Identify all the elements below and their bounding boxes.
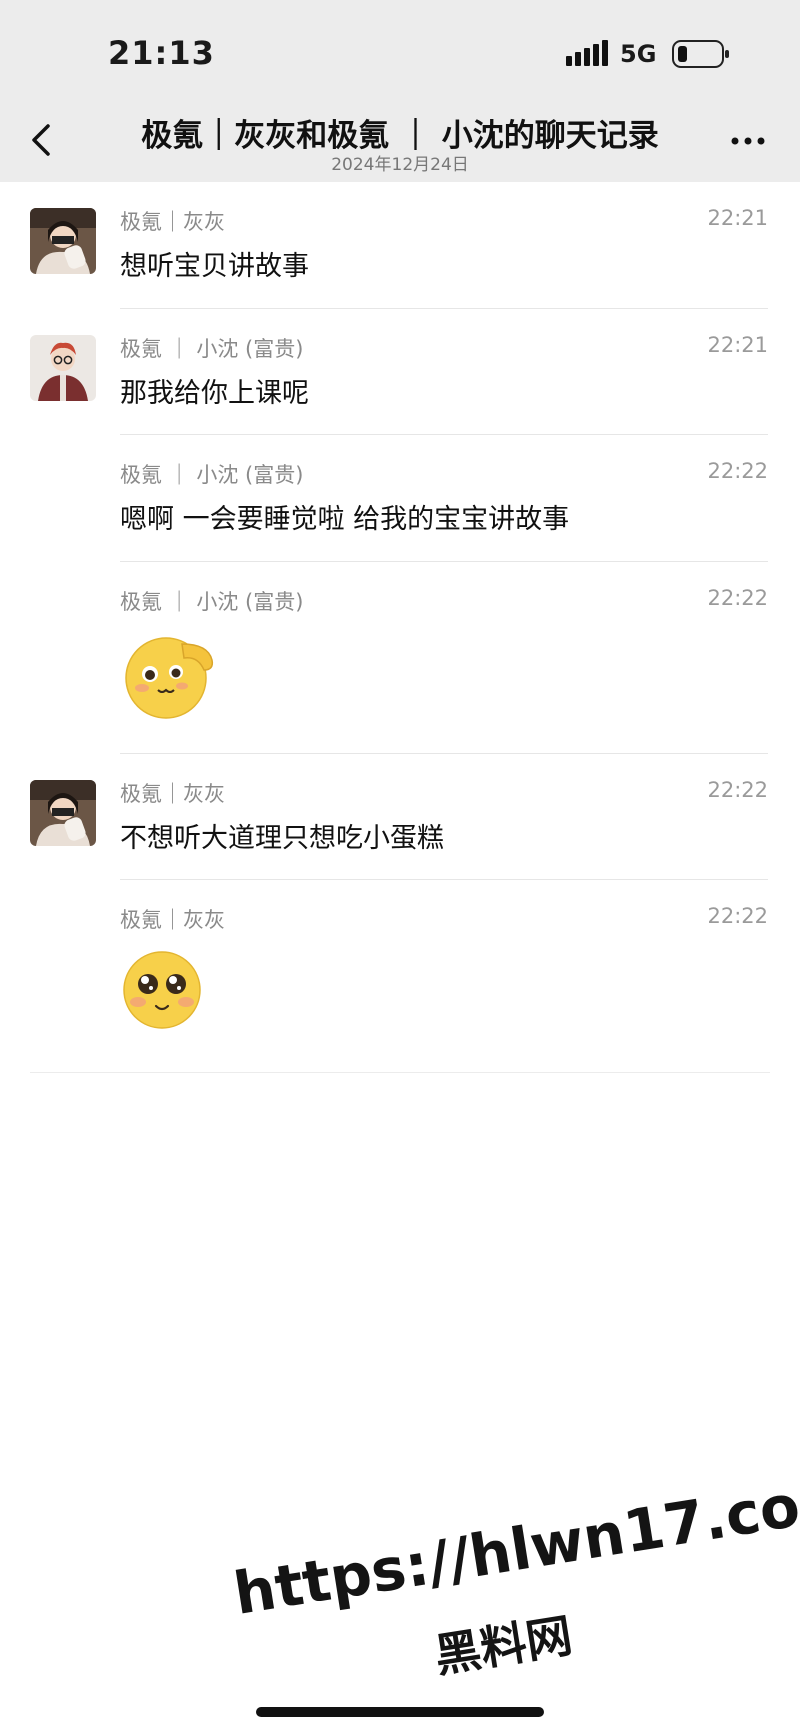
status-bar: 21:13 5G — [0, 0, 800, 100]
avatar[interactable] — [30, 335, 96, 401]
list-item[interactable]: 极氪 ｜ 小沈 (富贵) 22:22 嗯啊 一会要睡觉啦 给我的宝宝讲故事 — [0, 435, 800, 562]
chevron-left-icon[interactable] — [26, 120, 56, 160]
list-item[interactable]: 极氪｜灰灰 22:22 — [0, 880, 800, 1060]
message-text: 嗯啊 一会要睡觉啦 给我的宝宝讲故事 — [120, 504, 570, 535]
sender-name: 极氪｜灰灰 — [120, 782, 225, 806]
page-title: 极氪｜灰灰和极氪 ｜ 小沈的聊天记录 — [141, 118, 659, 154]
sender-name: 极氪 ｜ 小沈 (富贵) — [120, 463, 304, 487]
status-time: 21:13 — [108, 34, 215, 72]
list-item[interactable]: 极氪｜灰灰 22:22 不想听大道理只想吃小蛋糕 — [0, 754, 800, 880]
sender-name: 极氪｜灰灰 — [120, 908, 225, 932]
list-item[interactable]: 极氪｜灰灰 22:21 想听宝贝讲故事 — [0, 182, 800, 309]
message-text: 那我给你上课呢 — [120, 378, 309, 409]
chat-record-header: 极氪｜灰灰和极氪 ｜ 小沈的聊天记录 2024年12月24日 — [0, 100, 800, 182]
message-time: 22:21 — [707, 333, 768, 357]
network-type: 5G — [620, 40, 657, 68]
pleading-emoji-icon[interactable] — [120, 940, 220, 1040]
message-time: 22:22 — [707, 778, 768, 802]
girl-avatar-icon — [30, 780, 96, 846]
message-time: 22:22 — [707, 459, 768, 483]
message-time: 22:21 — [707, 206, 768, 230]
sender-name: 极氪 ｜ 小沈 (富贵) — [120, 337, 304, 361]
list-item[interactable]: 极氪 ｜ 小沈 (富贵) 22:21 那我给你上课呢 — [0, 309, 800, 435]
avatar[interactable] — [30, 208, 96, 274]
list-item[interactable]: 极氪 ｜ 小沈 (富贵) 22:22 — [0, 562, 800, 754]
girl-avatar-icon — [30, 208, 96, 274]
message-list: 极氪｜灰灰 22:21 想听宝贝讲故事 极氪 ｜ 小沈 (富贵) 22:21 那… — [0, 182, 800, 1060]
avatar[interactable] — [30, 780, 96, 846]
message-time: 22:22 — [707, 904, 768, 928]
signal-bars-icon — [566, 40, 608, 66]
message-text: 想听宝贝讲故事 — [120, 251, 309, 282]
more-dots-icon[interactable] — [728, 126, 768, 156]
message-time: 22:22 — [707, 586, 768, 610]
watermark-url: https://hlwn17.com — [229, 1462, 800, 1628]
sender-name: 极氪｜灰灰 — [120, 210, 225, 234]
sender-name: 极氪 ｜ 小沈 (富贵) — [120, 590, 304, 614]
home-indicator[interactable] — [256, 1707, 544, 1717]
message-text: 不想听大道理只想吃小蛋糕 — [120, 823, 444, 854]
end-divider — [30, 1072, 770, 1073]
battery-icon — [672, 40, 729, 68]
watermark-label: 黑料网 — [431, 1608, 576, 1684]
boy-avatar-icon — [30, 335, 96, 401]
salute-emoji-icon[interactable] — [120, 626, 220, 726]
watermark: https://hlwn17.com 黑料网 — [229, 1462, 800, 1683]
record-date: 2024年12月24日 — [331, 155, 469, 175]
